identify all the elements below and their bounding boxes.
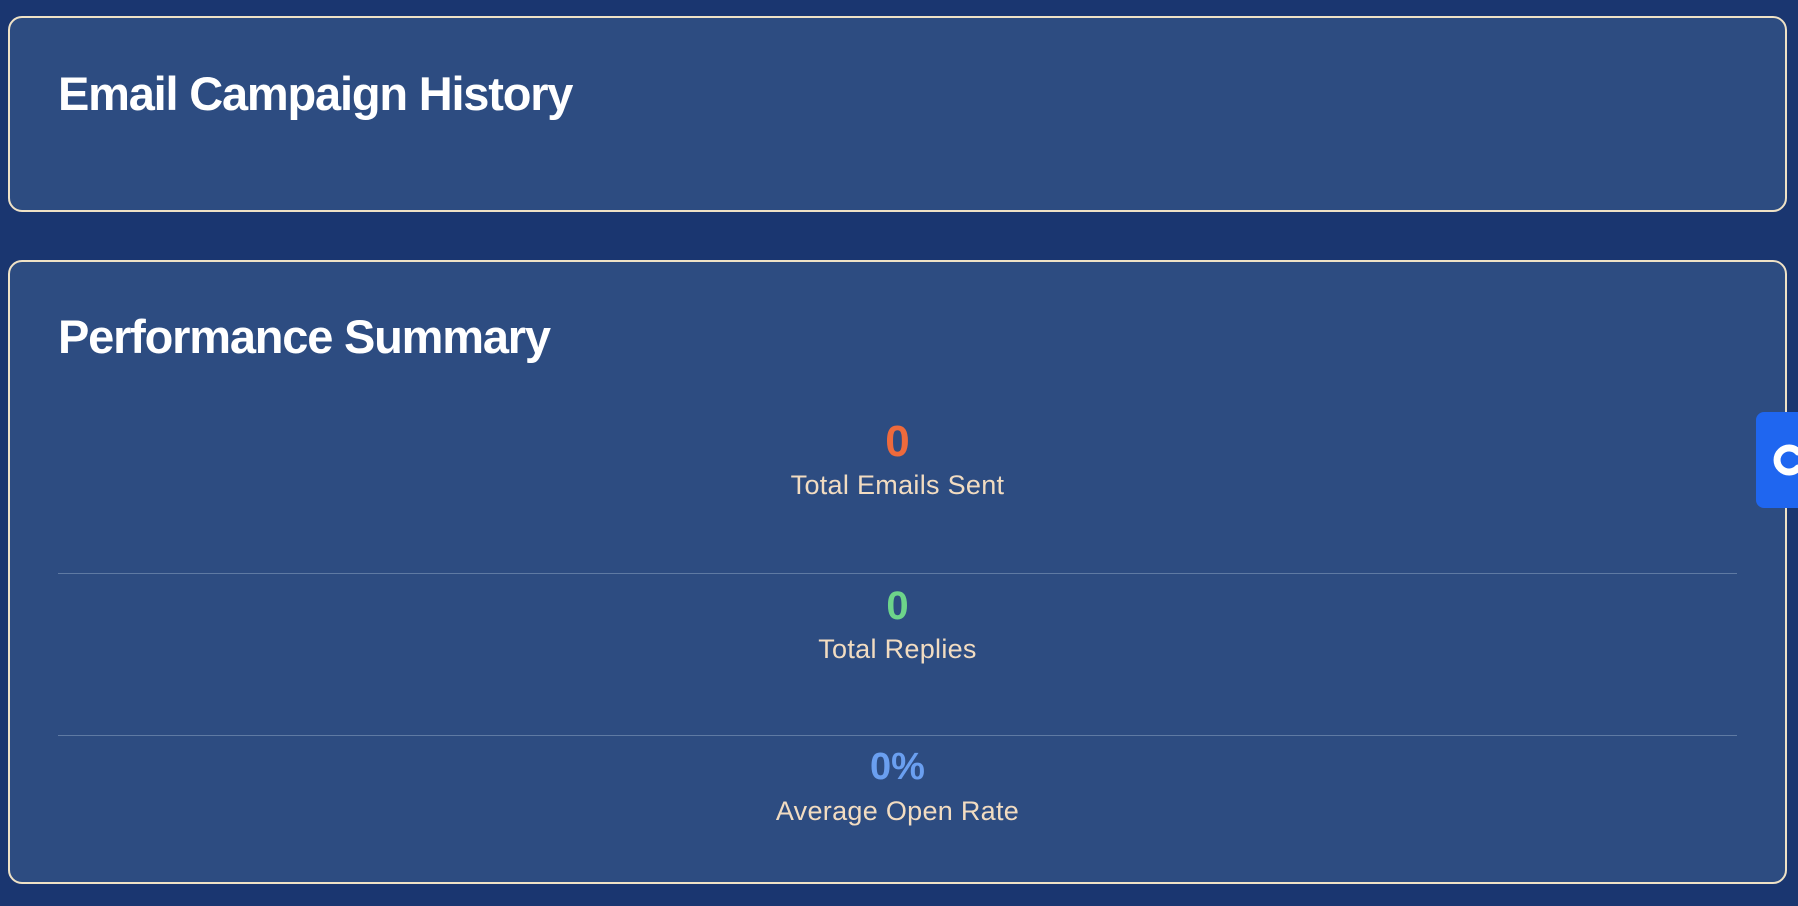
chat-launcher-button[interactable] bbox=[1756, 412, 1798, 508]
stat-label: Average Open Rate bbox=[775, 796, 1020, 826]
performance-summary-title: Performance Summary bbox=[58, 310, 551, 363]
stat-value: 0 bbox=[886, 584, 909, 628]
stat-label: Total Replies bbox=[818, 634, 977, 664]
performance-summary-card: Performance Summary 0 Total Emails Sent … bbox=[8, 260, 1787, 884]
email-campaign-history-title: Email Campaign History bbox=[58, 67, 573, 120]
stat-value: 0 bbox=[885, 417, 910, 466]
stat-total-replies: 0 Total Replies bbox=[58, 574, 1737, 736]
stat-average-open-rate: 0% Average Open Rate bbox=[58, 736, 1737, 898]
stat-label: Total Emails Sent bbox=[790, 470, 1005, 500]
stat-value: 0% bbox=[870, 746, 925, 788]
stats-list: 0 Total Emails Sent 0 Total Replies 0% A… bbox=[58, 412, 1737, 898]
chat-icon bbox=[1773, 444, 1798, 476]
page: Email Campaign History Performance Summa… bbox=[0, 0, 1798, 906]
email-campaign-history-card: Email Campaign History bbox=[8, 16, 1787, 212]
stat-total-emails-sent: 0 Total Emails Sent bbox=[58, 412, 1737, 574]
